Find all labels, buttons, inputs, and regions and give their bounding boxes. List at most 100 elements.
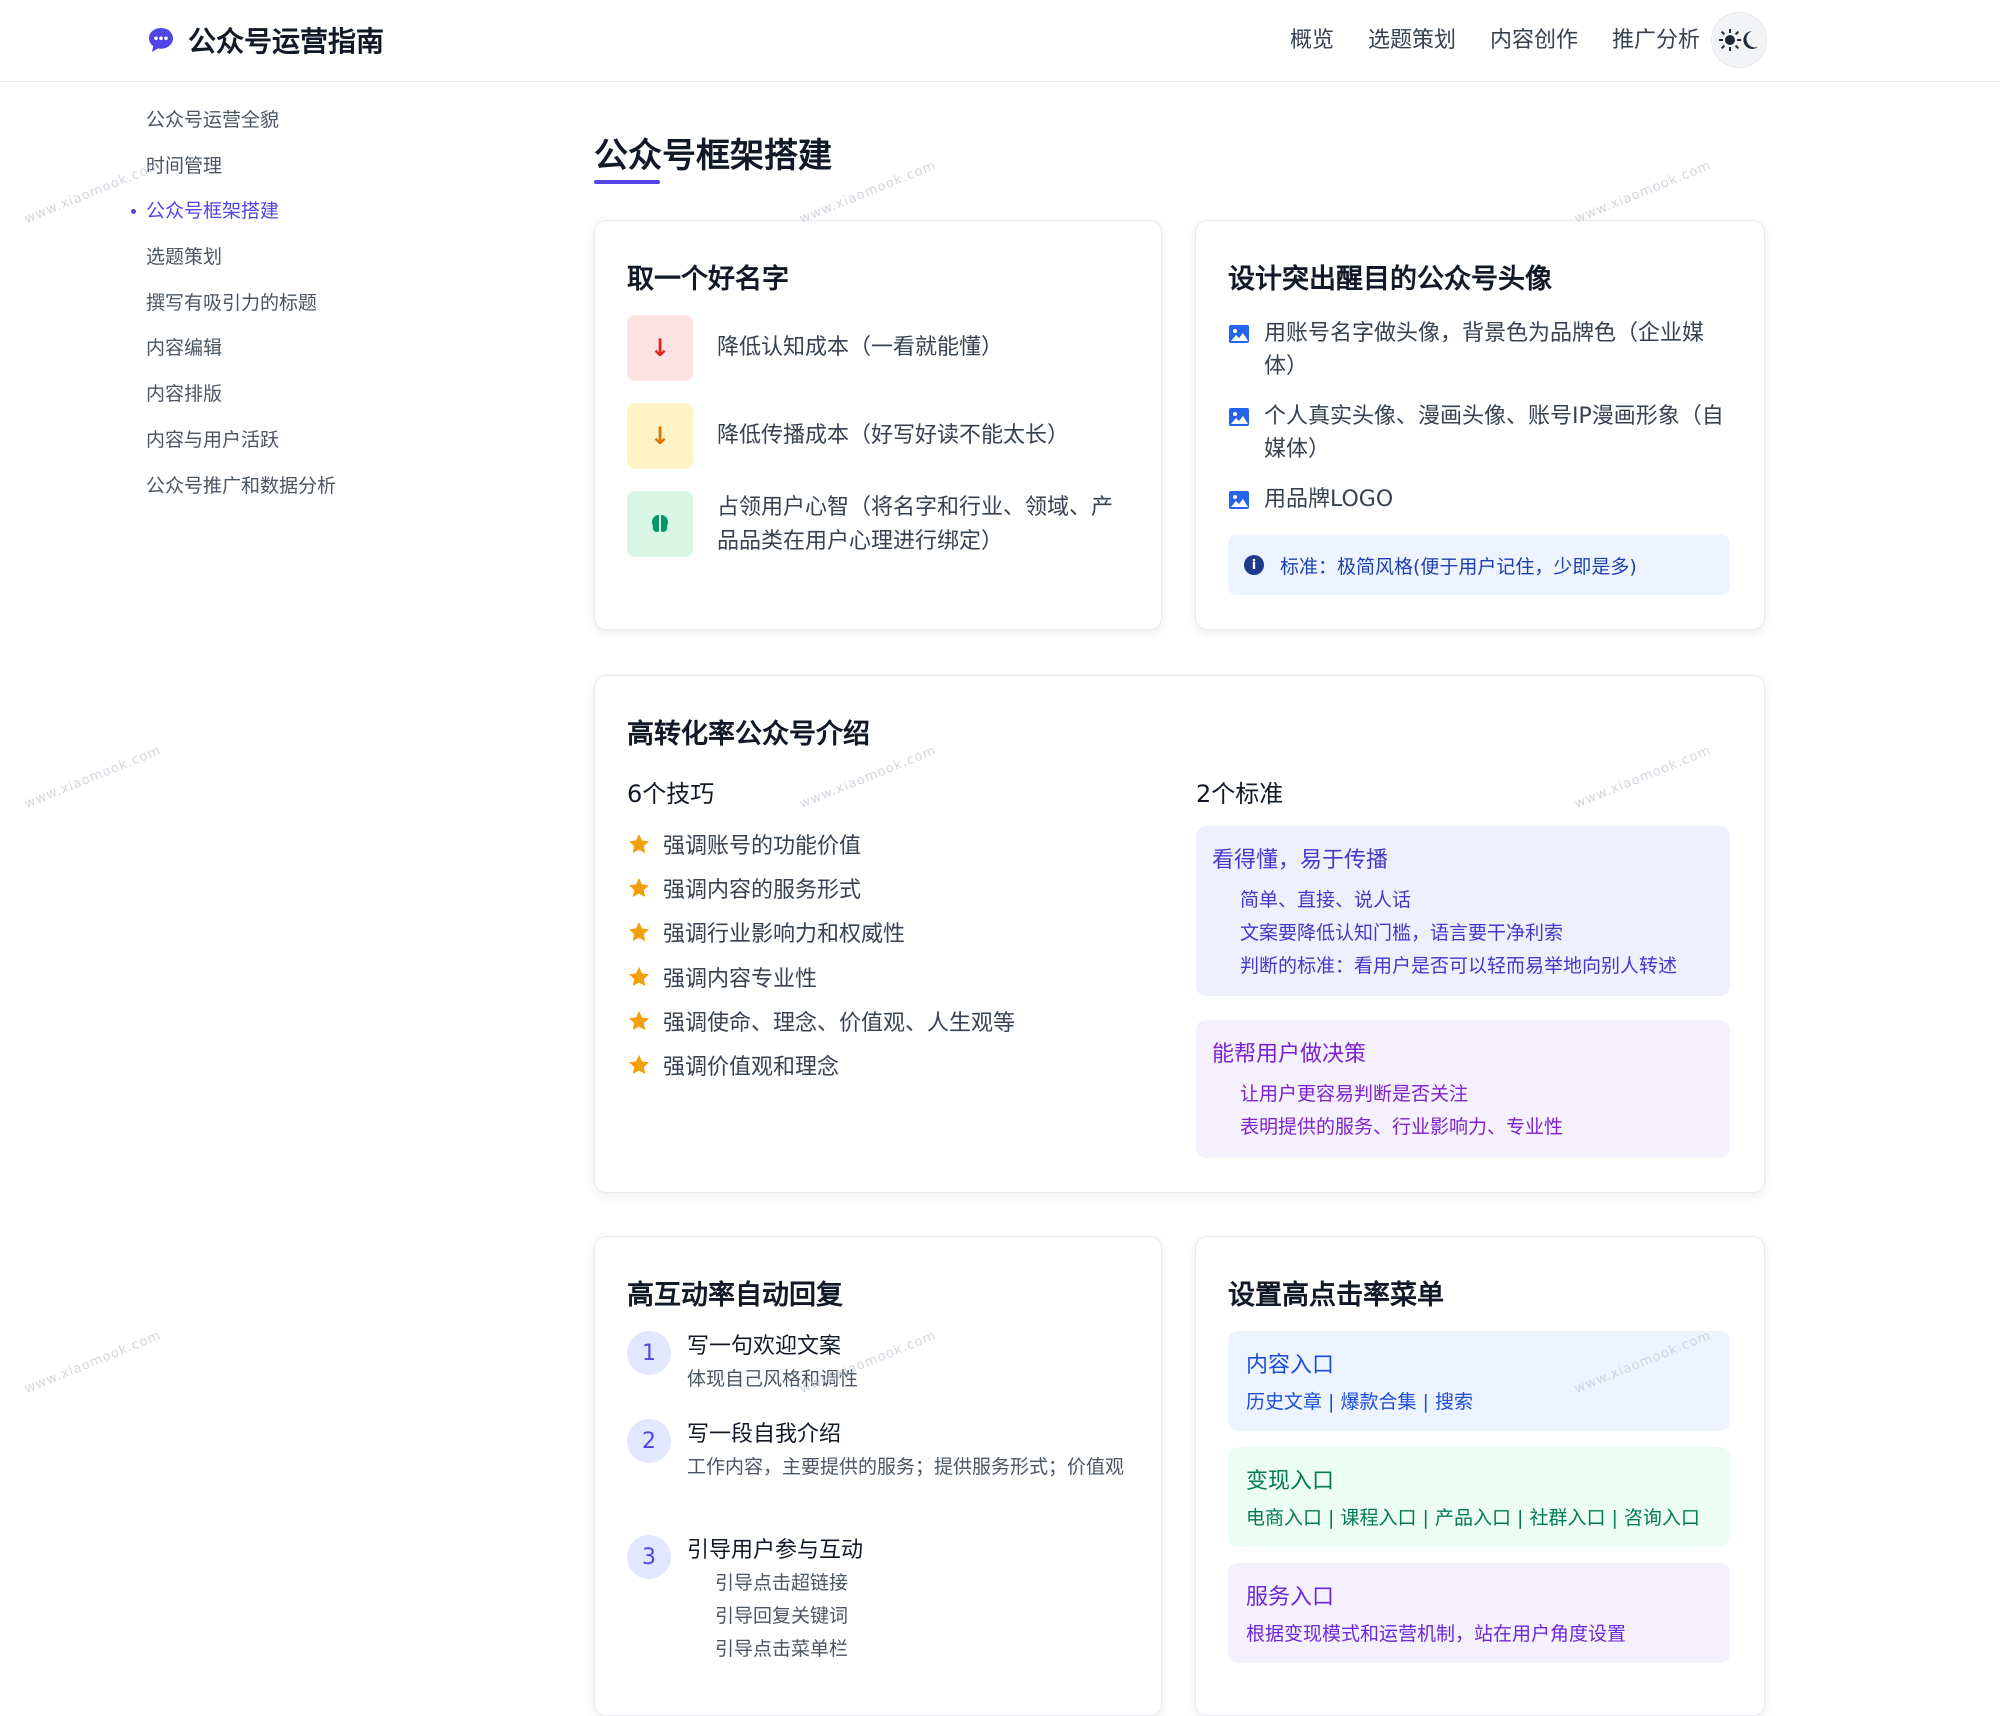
tip-text: 强调使命、理念、价值观、人生观等 <box>663 1011 1016 1036</box>
tip-item: 强调内容的服务形式 <box>627 872 861 904</box>
nav-overview[interactable]: 概览 <box>1290 22 1334 54</box>
star-icon <box>629 922 649 942</box>
avatar-item: 用品牌LOGO <box>1228 483 1728 516</box>
step-number: 3 <box>627 1535 671 1579</box>
tip-text: 强调行业影响力和权威性 <box>663 922 906 947</box>
avatar-item-text: 个人真实头像、漫画头像、账号IP漫画形象（自媒体） <box>1264 404 1724 462</box>
intro-card: 高转化率公众号介绍 6个技巧 强调账号的功能价值 强调内容的服务形式 强调行业影… <box>594 675 1765 1193</box>
standards-heading: 2个标准 <box>1196 780 1284 808</box>
tip-item: 强调内容专业性 <box>627 961 817 993</box>
top-header: 公众号运营指南 概览 选题策划 内容创作 推广分析 <box>0 0 2000 82</box>
step-number: 1 <box>627 1331 671 1375</box>
arrow-down-icon: ↓ <box>627 403 693 469</box>
brain-icon <box>627 491 693 557</box>
watermark: www.xiaomook.com <box>22 1328 164 1397</box>
sidebar-item-label: 内容排版 <box>146 383 223 406</box>
feature-text: 占领用户心智（将名字和行业、领域、产品品类在用户心理进行绑定） <box>717 495 1114 554</box>
image-icon <box>1229 491 1249 509</box>
menu-entry-desc: 根据变现模式和运营机制，站在用户角度设置 <box>1246 1623 1627 1645</box>
avatar-item-text: 用品牌LOGO <box>1264 487 1394 512</box>
step-sub-item: 引导点击超链接 <box>715 1572 849 1594</box>
standard-line: 文案要降低认知门槛，语言要干净利索 <box>1240 922 1564 944</box>
tip-item: 强调账号的功能价值 <box>627 828 861 860</box>
step-desc: 工作内容，主要提供的服务；提供服务形式；价值观 <box>687 1456 1125 1478</box>
auto-reply-card: 高互动率自动回复 1 写一句欢迎文案 体现自己风格和调性 2 写一段自我介绍 工… <box>594 1236 1162 1716</box>
feature-item: ↓ 降低认知成本（一看就能懂） <box>627 315 1117 381</box>
standard-box: 看得懂，易于传播 简单、直接、说人话 文案要降低认知门槛，语言要干净利索 判断的… <box>1196 826 1730 996</box>
sidebar-item-engagement[interactable]: 内容与用户活跃 <box>146 422 336 468</box>
standard-line: 表明提供的服务、行业影响力、专业性 <box>1240 1116 1564 1138</box>
avatar-item: 用账号名字做头像，背景色为品牌色（企业媒体） <box>1228 317 1728 383</box>
theme-toggle-button[interactable] <box>1711 12 1767 68</box>
standard-line: 判断的标准：看用户是否可以轻而易举地向别人转述 <box>1240 955 1678 977</box>
sidebar-item-overview[interactable]: 公众号运营全貌 <box>146 102 336 148</box>
step-item: 2 写一段自我介绍 工作内容，主要提供的服务；提供服务形式；价值观 <box>627 1419 1127 1484</box>
avatar-item-text: 用账号名字做头像，背景色为品牌色（企业媒体） <box>1264 321 1705 379</box>
chat-bubble-icon <box>149 28 173 52</box>
card-title: 设置高点击率菜单 <box>1228 1280 1444 1311</box>
title-underline <box>594 180 660 184</box>
note-text: 标准：极简风格(便于用户记住，少即是多) <box>1280 555 1637 578</box>
sidebar-item-label: 内容与用户活跃 <box>146 428 280 451</box>
standard-title: 看得懂，易于传播 <box>1212 848 1389 873</box>
nav-content-creation[interactable]: 内容创作 <box>1490 22 1578 54</box>
step-number: 2 <box>627 1419 671 1463</box>
step-title: 写一段自我介绍 <box>687 1422 842 1447</box>
sidebar-item-label: 选题策划 <box>146 246 223 269</box>
menu-card: 设置高点击率菜单 内容入口 历史文章 | 爆款合集 | 搜索 变现入口 电商入口… <box>1195 1236 1765 1716</box>
tip-item: 强调使命、理念、价值观、人生观等 <box>627 1005 1015 1037</box>
step-item: 3 引导用户参与互动 引导点击超链接 引导回复关键词 引导点击菜单栏 <box>627 1535 863 1666</box>
menu-entry-title: 服务入口 <box>1246 1585 1335 1610</box>
image-icon <box>1229 408 1249 426</box>
sidebar-item-label: 公众号框架搭建 <box>146 200 280 223</box>
name-card: 取一个好名字 ↓ 降低认知成本（一看就能懂） ↓ 降低传播成本（好写好读不能太长… <box>594 220 1162 630</box>
card-title: 设计突出醒目的公众号头像 <box>1228 264 1552 295</box>
sidebar-item-framework[interactable]: 公众号框架搭建 <box>131 193 336 239</box>
step-sub-item: 引导回复关键词 <box>715 1605 849 1627</box>
step-title: 引导用户参与互动 <box>687 1538 864 1563</box>
standard-line: 简单、直接、说人话 <box>1240 889 1412 911</box>
watermark: www.xiaomook.com <box>22 158 164 227</box>
tip-text: 强调内容专业性 <box>663 967 818 992</box>
nav-topic-planning[interactable]: 选题策划 <box>1368 22 1456 54</box>
sidebar-item-time-management[interactable]: 时间管理 <box>146 148 336 194</box>
star-icon <box>629 967 649 987</box>
nav-promotion-analysis[interactable]: 推广分析 <box>1612 22 1700 54</box>
menu-entry: 内容入口 历史文章 | 爆款合集 | 搜索 <box>1228 1331 1730 1431</box>
sidebar-item-label: 公众号运营全貌 <box>146 109 280 131</box>
feature-item: 占领用户心智（将名字和行业、领域、产品品类在用户心理进行绑定） <box>627 491 1117 559</box>
sidebar-item-headlines[interactable]: 撰写有吸引力的标题 <box>146 285 336 331</box>
tips-heading: 6个技巧 <box>627 780 715 808</box>
menu-entry-desc: 电商入口 | 课程入口 | 产品入口 | 社群入口 | 咨询入口 <box>1246 1507 1700 1529</box>
page-title: 公众号框架搭建 <box>594 136 832 176</box>
feature-text: 降低传播成本（好写好读不能太长） <box>717 423 1070 448</box>
sidebar-item-layout[interactable]: 内容排版 <box>146 376 336 422</box>
tip-text: 强调账号的功能价值 <box>663 834 862 859</box>
menu-entry-title: 变现入口 <box>1246 1469 1335 1494</box>
star-icon <box>629 1055 649 1075</box>
feature-item: ↓ 降低传播成本（好写好读不能太长） <box>627 403 1117 469</box>
sidebar-item-label: 撰写有吸引力的标题 <box>146 291 318 314</box>
sidebar-item-label: 内容编辑 <box>146 337 223 360</box>
top-nav: 概览 选题策划 内容创作 推广分析 <box>1256 22 1700 54</box>
site-title: 公众号运营指南 <box>188 25 385 58</box>
tip-text: 强调价值观和理念 <box>663 1055 840 1080</box>
avatar-card: 设计突出醒目的公众号头像 用账号名字做头像，背景色为品牌色（企业媒体） 个人真实… <box>1195 220 1765 630</box>
site-logo[interactable]: 公众号运营指南 <box>146 20 384 60</box>
card-title: 取一个好名字 <box>627 264 789 295</box>
standard-note: i 标准：极简风格(便于用户记住，少即是多) <box>1228 535 1730 595</box>
sidebar-item-topic-planning[interactable]: 选题策划 <box>146 239 336 285</box>
menu-entry: 变现入口 电商入口 | 课程入口 | 产品入口 | 社群入口 | 咨询入口 <box>1228 1447 1730 1547</box>
tip-item: 强调行业影响力和权威性 <box>627 916 905 948</box>
sidebar-item-promotion-data[interactable]: 公众号推广和数据分析 <box>146 468 336 514</box>
step-desc: 体现自己风格和调性 <box>687 1368 859 1390</box>
menu-entry-desc: 历史文章 | 爆款合集 | 搜索 <box>1246 1391 1473 1413</box>
sidebar-item-label: 公众号推广和数据分析 <box>146 474 337 497</box>
tip-item: 强调价值观和理念 <box>627 1049 839 1081</box>
watermark: www.xiaomook.com <box>1572 158 1714 227</box>
sidebar-item-content-editing[interactable]: 内容编辑 <box>146 330 336 376</box>
feature-text: 降低认知成本（一看就能懂） <box>717 335 1004 360</box>
avatar-item: 个人真实头像、漫画头像、账号IP漫画形象（自媒体） <box>1228 400 1728 466</box>
arrow-down-icon: ↓ <box>627 315 693 381</box>
standard-line: 让用户更容易判断是否关注 <box>1240 1083 1469 1105</box>
